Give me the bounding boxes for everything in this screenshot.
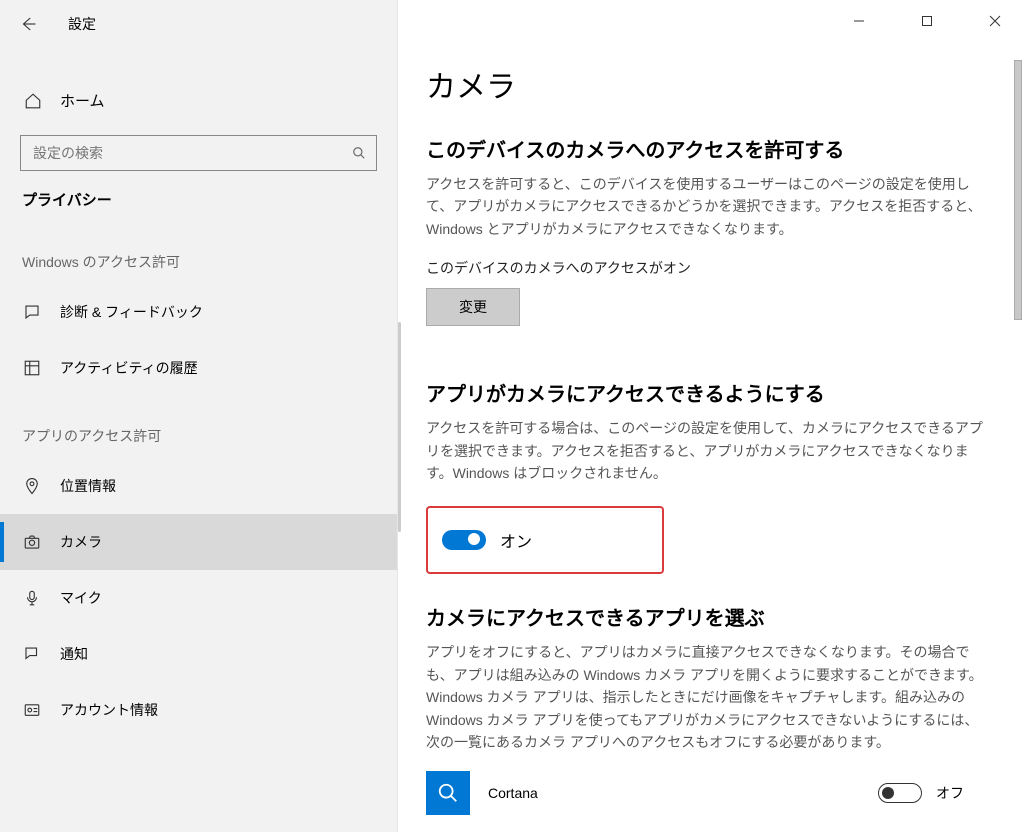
page-title: カメラ [426, 62, 1024, 106]
nav-home[interactable]: ホーム [0, 78, 397, 123]
nav-diagnostics[interactable]: 診断 & フィードバック [0, 284, 397, 340]
account-icon [22, 701, 42, 719]
minimize-button[interactable] [838, 6, 880, 36]
search-input[interactable] [31, 144, 352, 162]
apps-camera-toggle[interactable] [442, 530, 486, 550]
main-scrollbar[interactable] [1014, 60, 1022, 820]
titlebar: 設定 [0, 0, 397, 48]
nav-item-label: アカウント情報 [60, 700, 158, 720]
nav-item-label: カメラ [60, 532, 102, 552]
nav-item-label: 診断 & フィードバック [60, 302, 203, 322]
window-title: 設定 [68, 14, 96, 34]
history-icon [22, 359, 42, 377]
highlight-box: オン [426, 506, 664, 574]
section2-desc: アクセスを許可する場合は、このページの設定を使用して、カメラにアクセスできるアプ… [426, 417, 984, 484]
sidebar-group-apps: アプリのアクセス許可 [0, 396, 397, 458]
app-row-cortana: Cortana オフ [426, 771, 1024, 815]
main-content: カメラ このデバイスのカメラへのアクセスを許可する アクセスを許可すると、このデ… [398, 0, 1024, 832]
sidebar: 設定 ホーム プライバシー Windows のアクセス許可 診断 & フィードバ… [0, 0, 398, 832]
toggle-off-label: オフ [936, 783, 964, 803]
app-name: Cortana [488, 785, 538, 801]
section1-title: このデバイスのカメラへのアクセスを許可する [426, 134, 1024, 163]
app-toggle-group: オフ [878, 783, 964, 803]
sidebar-category: プライバシー [0, 171, 397, 222]
nav-home-label: ホーム [60, 90, 105, 111]
maximize-button[interactable] [906, 6, 948, 36]
nav-camera[interactable]: カメラ [0, 514, 397, 570]
camera-icon [22, 533, 42, 551]
nav-microphone[interactable]: マイク [0, 570, 397, 626]
section1-desc: アクセスを許可すると、このデバイスを使用するユーザーはこのページの設定を使用して… [426, 173, 984, 240]
nav-item-label: 位置情報 [60, 476, 116, 496]
feedback-icon [22, 303, 42, 321]
section3-desc: アプリをオフにすると、アプリはカメラに直接アクセスできなくなります。その場合でも… [426, 641, 984, 753]
sidebar-group-windows: Windows のアクセス許可 [0, 222, 397, 284]
nav-location[interactable]: 位置情報 [0, 458, 397, 514]
nav-activity-history[interactable]: アクティビティの履歴 [0, 340, 397, 396]
home-icon [24, 92, 42, 110]
change-button[interactable]: 変更 [426, 288, 520, 326]
section2-title: アプリがカメラにアクセスできるようにする [426, 378, 1024, 407]
location-icon [22, 477, 42, 495]
section3-title: カメラにアクセスできるアプリを選ぶ [426, 602, 1024, 631]
close-button[interactable] [974, 6, 1016, 36]
scrollbar-thumb[interactable] [1014, 60, 1022, 320]
cortana-toggle[interactable] [878, 783, 922, 803]
toggle-on-label: オン [500, 528, 532, 552]
search-icon [352, 146, 366, 160]
back-icon[interactable] [18, 14, 38, 34]
section1-status: このデバイスのカメラへのアクセスがオン [426, 258, 1024, 278]
search-box[interactable] [20, 135, 377, 171]
nav-notifications[interactable]: 通知 [0, 626, 397, 682]
microphone-icon [22, 589, 42, 607]
nav-account-info[interactable]: アカウント情報 [0, 682, 397, 738]
nav-item-label: アクティビティの履歴 [60, 358, 198, 378]
cortana-tile-icon [426, 771, 470, 815]
nav-item-label: マイク [60, 588, 102, 608]
nav-item-label: 通知 [60, 644, 88, 664]
window-caption-buttons [838, 6, 1016, 36]
notification-icon [22, 645, 42, 663]
